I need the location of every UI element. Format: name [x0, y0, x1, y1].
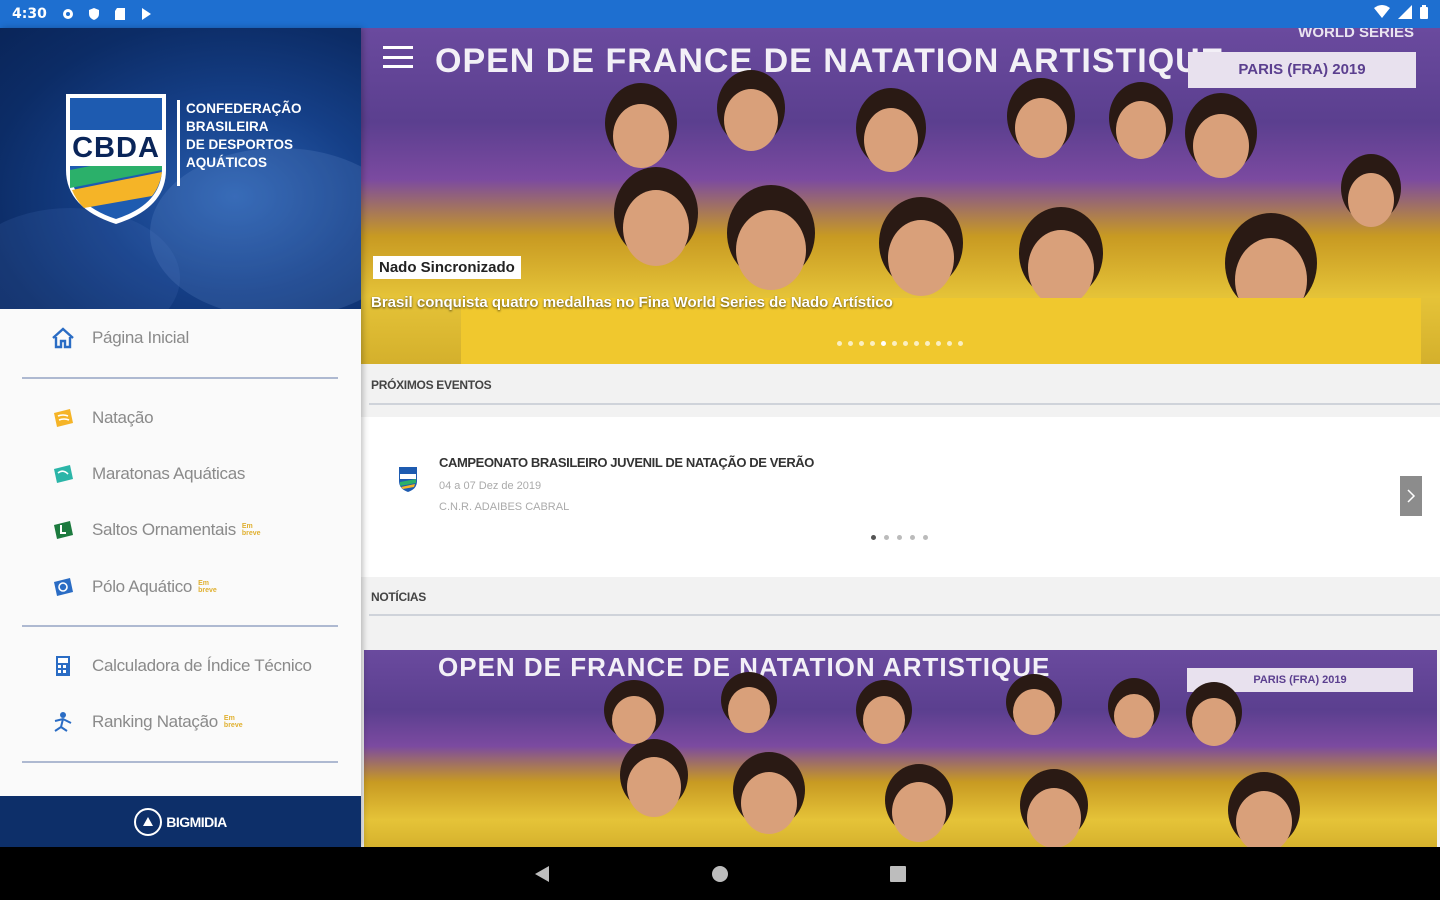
hero-category-tag[interactable]: Nado Sincronizado — [373, 256, 521, 279]
android-nav-bar — [0, 847, 1440, 900]
menu-item-label: Maratonas Aquáticas — [92, 464, 246, 483]
news-card-image[interactable]: OPEN DE FRANCE DE NATATION ARTISTIQUE PA… — [364, 650, 1437, 847]
home-button-icon[interactable] — [706, 860, 734, 888]
pagination-dot[interactable] — [870, 341, 875, 346]
bigmidia-label: BIGMIDIA — [166, 813, 227, 830]
logo-divider — [177, 100, 180, 186]
menu-item-label: Calculadora de Índice Técnico — [92, 656, 312, 675]
main-content: WORLD SERIES OPEN DE FRANCE DE NATATION … — [361, 28, 1440, 847]
pagination-dot[interactable] — [859, 341, 864, 346]
menu-item-saltos[interactable]: Saltos Ornamentais Em breve — [0, 506, 361, 554]
pagination-dot[interactable] — [903, 341, 908, 346]
menu-item-natacao[interactable]: Natação — [0, 394, 361, 442]
event-venue: C.N.R. ADAIBES CABRAL — [439, 501, 570, 513]
water-polo-icon — [50, 574, 76, 600]
news-section-label: Notícias — [371, 590, 426, 604]
menu-divider — [22, 377, 338, 379]
event-pagination-dots — [871, 535, 928, 540]
pagination-dot[interactable] — [936, 341, 941, 346]
pagination-dot[interactable] — [881, 341, 886, 346]
drawer-header: CBDA Confederação Brasileira de Desporto… — [0, 28, 361, 309]
menu-item-calculadora[interactable]: Calculadora de Índice Técnico — [0, 642, 361, 690]
menu-item-polo[interactable]: Pólo Aquático Em breve — [0, 563, 361, 611]
menu-divider — [22, 625, 338, 627]
event-next-button[interactable] — [1400, 476, 1422, 516]
signal-icon — [1398, 5, 1412, 23]
hero-carousel[interactable]: WORLD SERIES OPEN DE FRANCE DE NATATION … — [361, 28, 1440, 364]
clock: 4:30 — [12, 6, 47, 22]
menu-item-maratonas[interactable]: Maratonas Aquáticas — [0, 450, 361, 498]
menu-divider — [22, 761, 338, 763]
pagination-dot[interactable] — [947, 341, 952, 346]
coming-soon-badge: Em breve — [223, 715, 243, 729]
org-name-line: Aquáticos — [186, 155, 267, 170]
news-photo — [604, 672, 1300, 847]
org-name-line: Confederação — [186, 101, 302, 116]
news-section-divider — [369, 614, 1440, 616]
coming-soon-badge: Em breve — [241, 523, 261, 537]
menu-item-label: Natação — [92, 408, 154, 427]
pagination-dot[interactable] — [923, 535, 928, 540]
pagination-dot[interactable] — [884, 535, 889, 540]
pagination-dot[interactable] — [892, 341, 897, 346]
shield-status-icon — [87, 7, 101, 21]
wifi-icon — [1374, 5, 1390, 23]
swimming-icon — [50, 405, 76, 431]
event-date: 04 a 07 Dez de 2019 — [439, 480, 542, 492]
pagination-dot[interactable] — [958, 341, 963, 346]
battery-icon — [1420, 5, 1428, 23]
marathon-icon — [50, 461, 76, 487]
events-section-divider — [369, 403, 1440, 405]
bigmidia-logo-icon — [134, 807, 163, 836]
sd-card-icon — [113, 7, 127, 21]
menu-item-label: Página Inicial — [92, 328, 189, 347]
menu-item-label: Ranking Natação — [92, 712, 218, 731]
hero-title[interactable]: Brasil conquista quatro medalhas no Fina… — [371, 294, 893, 311]
drawer-footer[interactable]: BIGMIDIA — [0, 796, 361, 847]
hero-pagination-dots — [837, 341, 963, 346]
org-name-line: Brasileira — [186, 119, 269, 134]
pagination-dot[interactable] — [910, 535, 915, 540]
event-title: Campeonato Brasileiro Juvenil de Natação… — [439, 455, 815, 470]
pagination-dot[interactable] — [848, 341, 853, 346]
pagination-dot[interactable] — [871, 535, 876, 540]
pagination-dot[interactable] — [897, 535, 902, 540]
pagination-dot[interactable] — [914, 341, 919, 346]
ranking-icon — [50, 709, 76, 735]
org-name-line: de Desportos — [186, 137, 294, 152]
event-cbda-logo-icon — [399, 467, 417, 492]
navigation-drawer: CBDA Confederação Brasileira de Desporto… — [0, 28, 361, 847]
pagination-dot[interactable] — [925, 341, 930, 346]
events-section-label: Próximos eventos — [371, 378, 492, 392]
coming-soon-badge: Em breve — [198, 580, 217, 594]
menu-item-home[interactable]: Página Inicial — [0, 314, 361, 362]
hero-photo — [461, 70, 1421, 364]
chevron-right-icon — [1407, 489, 1416, 503]
organization-name: Confederação Brasileira de Desportos Aqu… — [186, 100, 336, 172]
pagination-dot[interactable] — [837, 341, 842, 346]
calculator-icon — [50, 653, 76, 679]
settings-icon — [61, 7, 75, 21]
menu-item-label: Pólo Aquático — [92, 577, 193, 596]
home-icon — [50, 325, 76, 351]
recents-icon[interactable] — [884, 860, 912, 888]
menu-item-label: Saltos Ornamentais — [92, 520, 236, 539]
status-bar: 4:30 — [0, 0, 1440, 28]
diving-icon — [50, 517, 76, 543]
cbda-logo-text: CBDA — [67, 130, 165, 166]
back-icon[interactable] — [528, 860, 556, 888]
menu-item-ranking[interactable]: Ranking Natação Em breve — [0, 698, 361, 746]
event-card[interactable]: Campeonato Brasileiro Juvenil de Natação… — [361, 417, 1440, 577]
play-store-icon — [139, 7, 153, 21]
menu-hamburger-icon[interactable] — [383, 46, 413, 68]
